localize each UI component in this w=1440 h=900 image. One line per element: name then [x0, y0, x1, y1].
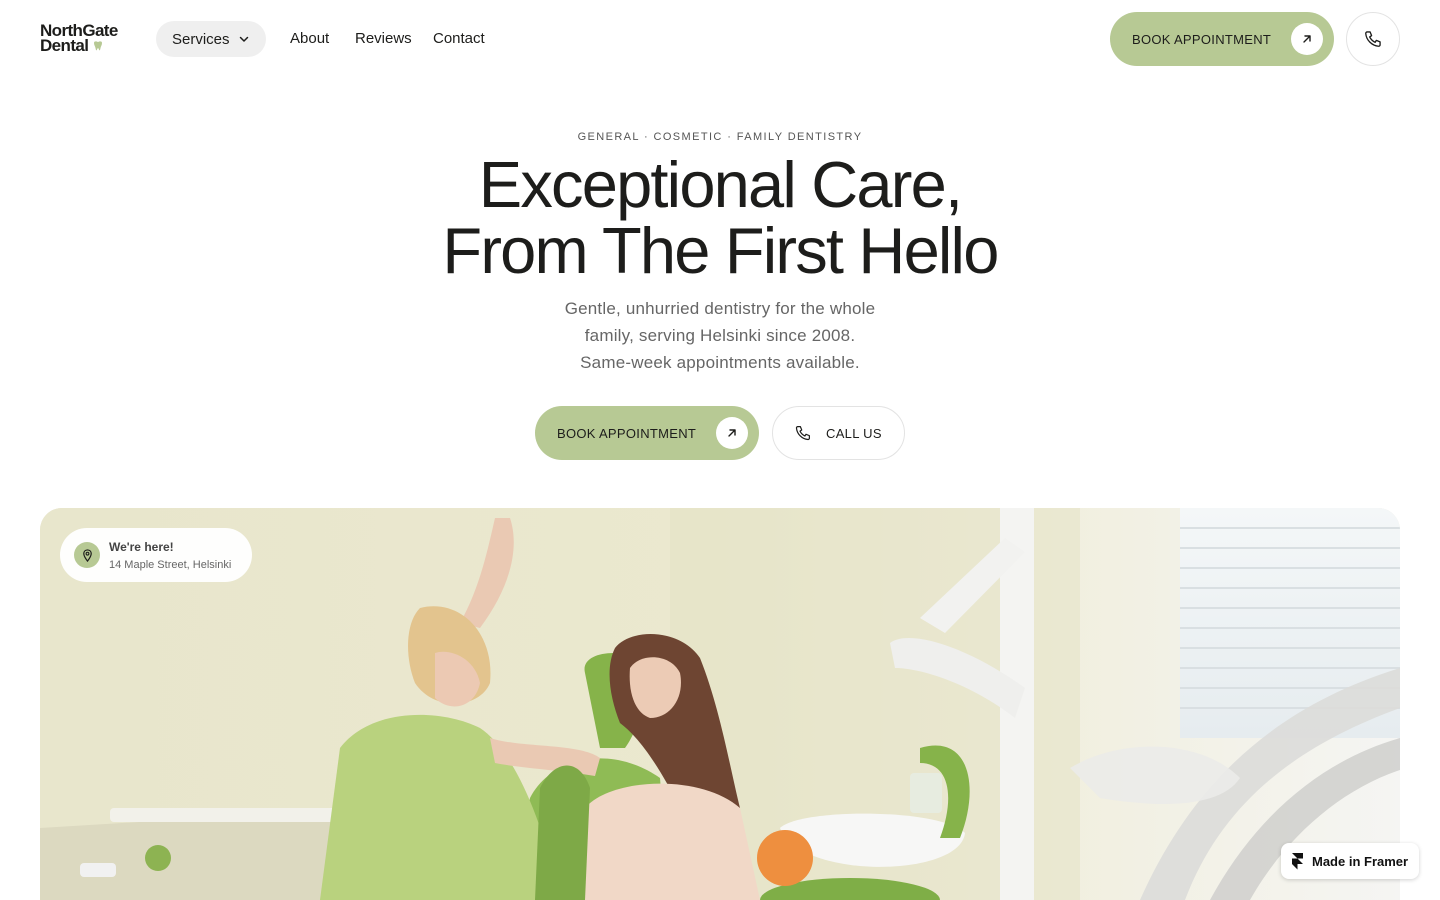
header-book-appointment-button[interactable]: BOOK APPOINTMENT	[1110, 12, 1334, 66]
location-title: We're here!	[109, 539, 174, 554]
nav-services-label: Services	[172, 30, 230, 48]
hero-subtitle-line3: Same-week appointments available.	[580, 353, 860, 372]
logo-line2: Dental	[40, 36, 89, 55]
hero-eyebrow: GENERAL · COSMETIC · FAMILY DENTISTRY	[577, 131, 863, 143]
arrow-up-right-icon	[716, 417, 748, 449]
nav-reviews-link[interactable]: Reviews	[355, 30, 412, 47]
nav-about-link[interactable]: About	[290, 30, 329, 47]
location-text: We're here! 14 Maple Street, Helsinki	[109, 540, 231, 571]
arrow-up-right-icon	[1291, 23, 1323, 55]
hero-call-us-button[interactable]: CALL US	[772, 406, 905, 460]
hero-subtitle-line2: family, serving Helsinki since 2008.	[584, 326, 856, 345]
phone-icon	[795, 426, 810, 441]
location-address: 14 Maple Street, Helsinki	[109, 558, 232, 571]
site-header: NorthGate Dental Services About Reviews …	[0, 0, 1440, 78]
framer-badge-label: Made in Framer	[1312, 853, 1409, 869]
header-phone-button[interactable]	[1346, 12, 1400, 66]
hero-subtitle-line1: Gentle, unhurried dentistry for the whol…	[564, 299, 876, 318]
map-pin-icon	[74, 542, 100, 568]
nav-contact-link[interactable]: Contact	[433, 30, 485, 47]
hero-call-label: CALL US	[826, 425, 882, 441]
location-card: We're here! 14 Maple Street, Helsinki	[60, 528, 252, 582]
hero-headline-line2: From The First Hello	[442, 214, 999, 287]
header-book-label: BOOK APPOINTMENT	[1132, 31, 1272, 47]
framer-icon	[1292, 852, 1303, 869]
hero-subtitle: Gentle, unhurried dentistry for the whol…	[520, 295, 920, 376]
hero-book-appointment-button[interactable]: BOOK APPOINTMENT	[535, 406, 759, 460]
tooth-icon	[94, 41, 103, 51]
hero-headline: Exceptional Care, From The First Hello	[0, 152, 1440, 284]
made-in-framer-badge[interactable]: Made in Framer	[1281, 843, 1419, 879]
logo[interactable]: NorthGate Dental	[40, 22, 118, 55]
hero-book-label: BOOK APPOINTMENT	[557, 425, 697, 441]
nav-services-dropdown[interactable]: Services	[156, 21, 266, 57]
hero-headline-line1: Exceptional Care,	[478, 148, 963, 221]
phone-icon	[1365, 31, 1381, 47]
chevron-down-icon	[239, 36, 248, 42]
